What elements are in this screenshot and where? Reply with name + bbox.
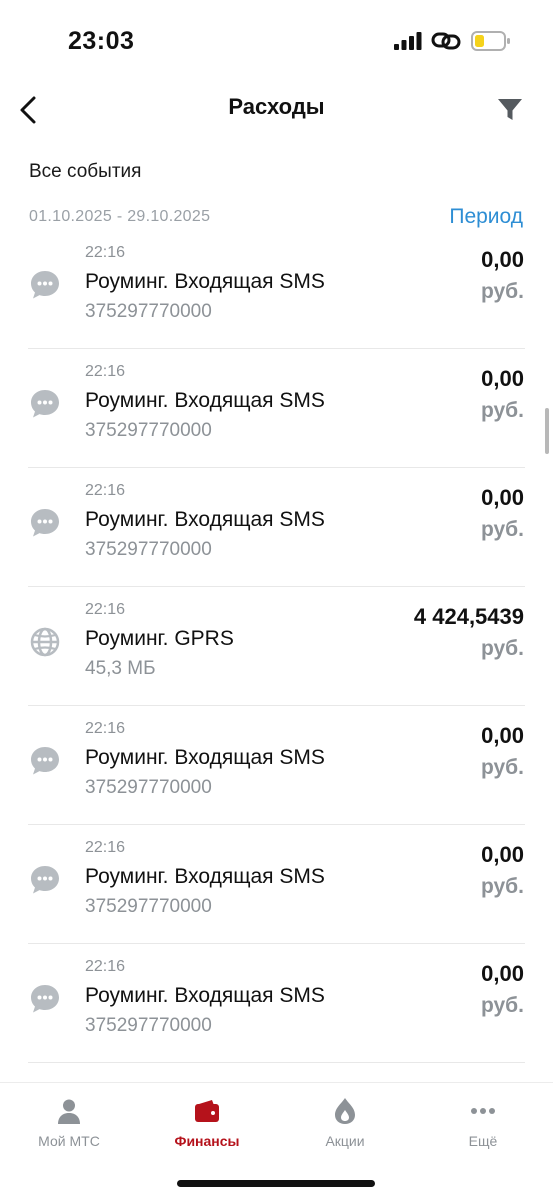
transaction-row[interactable]: 22:16 Роуминг. Входящая SMS 375297770000… xyxy=(0,825,553,944)
globe-icon xyxy=(30,627,60,657)
sms-chat-icon xyxy=(31,509,59,537)
tab-label: Финансы xyxy=(174,1133,240,1149)
transaction-currency: руб. xyxy=(480,637,524,660)
transaction-amount: 4 424,5439 xyxy=(413,604,524,629)
status-time: 23:03 xyxy=(68,27,135,55)
filter-funnel-icon xyxy=(498,99,522,120)
transaction-name: Роуминг. Входящая SMS xyxy=(85,865,325,888)
transaction-currency: руб. xyxy=(480,756,524,779)
transaction-amount: 0,00 xyxy=(481,366,524,391)
transaction-detail: 375297770000 xyxy=(85,1015,212,1036)
transaction-currency: руб. xyxy=(480,280,524,303)
sms-chat-icon xyxy=(31,390,59,418)
transaction-currency: руб. xyxy=(480,518,524,541)
transaction-row[interactable]: 22:16 Роуминг. GPRS 45,3 МБ 4 424,5439 р… xyxy=(0,587,553,706)
sms-chat-icon xyxy=(31,985,59,1013)
transaction-detail: 375297770000 xyxy=(85,420,212,441)
date-range: 01.10.2025 - 29.10.2025 xyxy=(29,208,211,225)
status-bar: 23:03 xyxy=(0,0,553,80)
transaction-detail: 375297770000 xyxy=(85,539,212,560)
transaction-name: Роуминг. GPRS xyxy=(85,627,234,650)
transaction-time: 22:16 xyxy=(85,601,126,618)
transaction-row[interactable]: 22:16 Роуминг. Входящая SMS 375297770000… xyxy=(0,706,553,825)
tab-my-mts[interactable]: Мой МТС xyxy=(0,1097,138,1157)
transaction-detail: 375297770000 xyxy=(85,896,212,917)
scroll-indicator[interactable] xyxy=(545,408,549,454)
battery-icon xyxy=(471,31,510,51)
row-divider xyxy=(28,1062,525,1063)
transaction-name: Роуминг. Входящая SMS xyxy=(85,508,325,531)
transaction-time: 22:16 xyxy=(85,363,126,380)
transaction-name: Роуминг. Входящая SMS xyxy=(85,984,325,1007)
tab-promotions[interactable]: Акции xyxy=(276,1097,414,1157)
transaction-amount: 0,00 xyxy=(481,247,524,272)
filter-button[interactable] xyxy=(490,90,530,130)
person-icon xyxy=(58,1099,80,1124)
transaction-currency: руб. xyxy=(480,994,524,1017)
tab-more[interactable]: Ещё xyxy=(414,1097,552,1157)
transaction-detail: 375297770000 xyxy=(85,777,212,798)
sms-chat-icon xyxy=(31,747,59,775)
home-indicator[interactable] xyxy=(177,1180,375,1187)
transactions-list: 22:16 Роуминг. Входящая SMS 375297770000… xyxy=(0,230,553,1063)
more-dots-icon xyxy=(471,1108,495,1114)
transaction-currency: руб. xyxy=(480,875,524,898)
period-button[interactable]: Период xyxy=(449,205,523,229)
transaction-time: 22:16 xyxy=(85,482,126,499)
link-icon xyxy=(431,32,461,50)
transaction-currency: руб. xyxy=(480,399,524,422)
nav-header: Расходы xyxy=(0,80,553,140)
transaction-name: Роуминг. Входящая SMS xyxy=(85,746,325,769)
transaction-row[interactable]: 22:16 Роуминг. Входящая SMS 375297770000… xyxy=(0,349,553,468)
transaction-detail: 45,3 МБ xyxy=(85,658,156,679)
transaction-amount: 0,00 xyxy=(481,485,524,510)
transaction-amount: 0,00 xyxy=(481,723,524,748)
transaction-time: 22:16 xyxy=(85,839,126,856)
flame-icon xyxy=(335,1098,355,1124)
transaction-name: Роуминг. Входящая SMS xyxy=(85,270,325,293)
transaction-row[interactable]: 22:16 Роуминг. Входящая SMS 375297770000… xyxy=(0,230,553,349)
transaction-time: 22:16 xyxy=(85,958,126,975)
transaction-amount: 0,00 xyxy=(481,961,524,986)
page-title: Расходы xyxy=(228,94,325,119)
transaction-row[interactable]: 22:16 Роуминг. Входящая SMS 375297770000… xyxy=(0,468,553,587)
sms-chat-icon xyxy=(31,271,59,299)
transaction-time: 22:16 xyxy=(85,720,126,737)
transaction-name: Роуминг. Входящая SMS xyxy=(85,389,325,412)
tab-label: Мой МТС xyxy=(38,1133,100,1149)
wallet-icon xyxy=(195,1100,219,1122)
tab-finance[interactable]: Финансы xyxy=(138,1097,276,1157)
transaction-amount: 0,00 xyxy=(481,842,524,867)
tab-label: Ещё xyxy=(468,1133,498,1149)
events-section-title: Все события xyxy=(29,161,142,182)
transaction-detail: 375297770000 xyxy=(85,301,212,322)
transaction-time: 22:16 xyxy=(85,244,126,261)
sms-chat-icon xyxy=(31,866,59,894)
cellular-signal-icon xyxy=(394,32,422,50)
tab-label: Акции xyxy=(325,1133,365,1149)
transaction-row[interactable]: 22:16 Роуминг. Входящая SMS 375297770000… xyxy=(0,944,553,1063)
